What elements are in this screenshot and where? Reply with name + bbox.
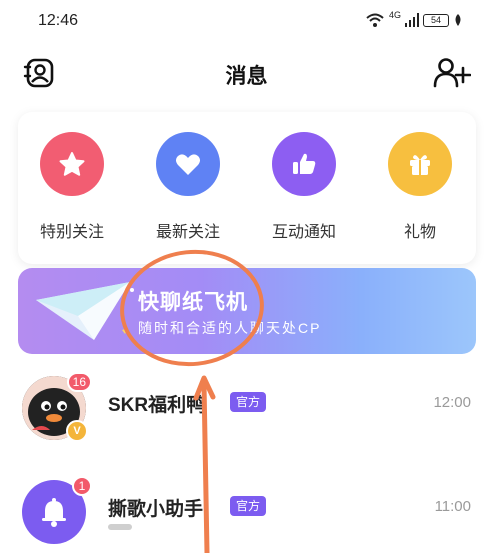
banner-subtitle: 随时和合适的人聊天处CP	[138, 320, 322, 336]
verified-badge: V	[66, 420, 88, 442]
status-time: 12:46	[38, 12, 79, 29]
header: 消息	[0, 50, 493, 94]
quick-action-label: 互动通知	[271, 224, 336, 241]
leaf-icon	[455, 14, 461, 26]
status-bar: 12:46 4G 54	[0, 0, 493, 44]
paper-plane-banner[interactable]: 快聊纸飞机 随时和合适的人聊天处CP	[18, 268, 476, 354]
quick-action-circle	[272, 132, 336, 196]
quick-action-circle	[388, 132, 452, 196]
quick-actions-card: 特别关注 最新关注 互动通知 礼物	[18, 112, 476, 264]
quick-action-latest-follow[interactable]: 最新关注	[138, 132, 238, 242]
star-icon	[59, 152, 85, 176]
quick-action-label: 特别关注	[39, 224, 104, 241]
avatar-wrap: 16 V	[22, 372, 92, 442]
gift-icon	[410, 155, 430, 175]
message-time: 11:00	[434, 498, 471, 515]
battery-indicator: 54	[423, 13, 449, 27]
wifi-icon	[366, 13, 384, 27]
unread-badge: 16	[66, 372, 92, 392]
network-label: 4G	[388, 10, 401, 20]
official-tag: 官方	[230, 392, 267, 412]
message-time: 12:00	[433, 394, 471, 411]
thumbs-up-icon	[293, 153, 316, 174]
status-icons: 4G 54	[365, 10, 463, 28]
unread-badge: 1	[72, 476, 92, 496]
page-title: 消息	[225, 65, 268, 88]
quick-action-label: 礼物	[403, 224, 436, 241]
message-row-assistant[interactable]: 1 撕歌小助手 官方 11:00	[0, 472, 493, 552]
banner-title: 快聊纸飞机	[138, 291, 248, 314]
heart-icon	[176, 154, 200, 175]
message-preview	[108, 524, 132, 530]
paper-plane-icon	[36, 282, 134, 340]
quick-action-interaction[interactable]: 互动通知	[254, 132, 354, 242]
quick-action-label: 最新关注	[155, 224, 220, 241]
quick-action-circle	[40, 132, 104, 196]
battery-level: 54	[430, 15, 441, 25]
add-friend-icon[interactable]	[433, 56, 471, 90]
avatar-wrap: 1	[22, 476, 92, 544]
quick-action-circle	[156, 132, 220, 196]
official-tag: 官方	[230, 496, 267, 516]
message-sender-name: 撕歌小助手	[108, 499, 204, 520]
signal-icon	[405, 13, 419, 27]
quick-action-special-follow[interactable]: 特别关注	[22, 132, 122, 242]
quick-action-gift[interactable]: 礼物	[370, 132, 470, 242]
bell-icon	[42, 498, 66, 527]
message-row-skr[interactable]: 16 V SKR福利鸭 官方 12:00	[0, 368, 493, 448]
message-sender-name: SKR福利鸭	[108, 395, 206, 416]
